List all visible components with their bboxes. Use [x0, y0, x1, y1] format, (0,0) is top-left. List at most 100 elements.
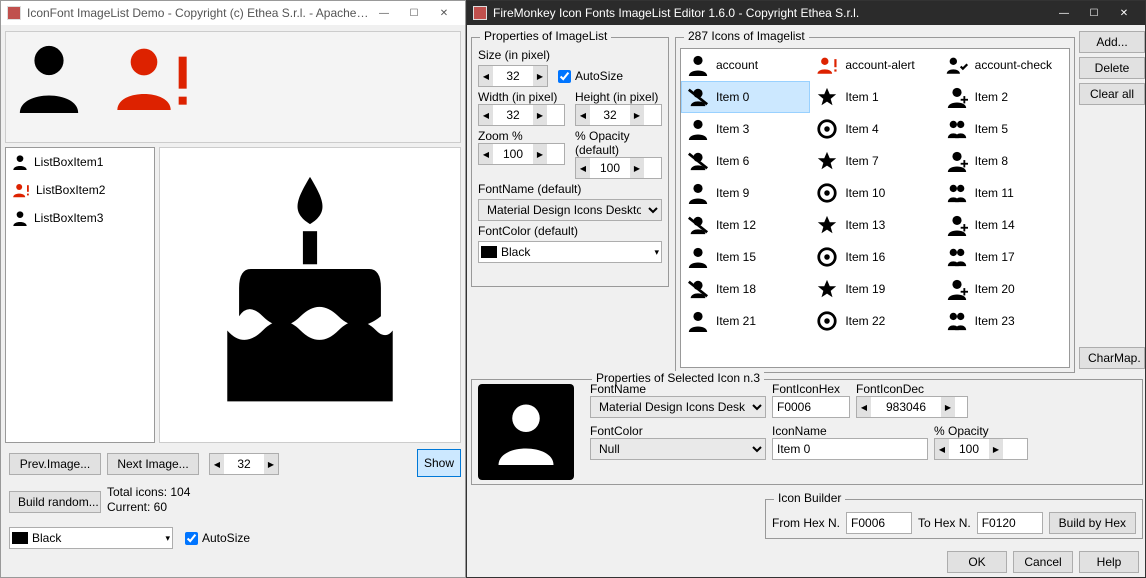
icon-cell[interactable]: account-alert — [810, 49, 939, 81]
icon-preview-strip — [5, 31, 461, 143]
width-spinner[interactable]: ◀▶ — [478, 104, 565, 126]
minimize-button[interactable]: — — [1049, 1, 1079, 25]
build-by-hex-button[interactable]: Build by Hex — [1049, 512, 1136, 534]
icon-label: Item 15 — [716, 250, 756, 264]
icon-cell[interactable]: Item 15 — [681, 241, 810, 273]
icon-label: Item 17 — [975, 250, 1015, 264]
glyph-icon — [815, 85, 839, 109]
icon-cell[interactable]: Item 23 — [940, 305, 1069, 337]
sel-hex-label: FontIconHex — [772, 382, 840, 396]
next-image-button[interactable]: Next Image... — [107, 453, 199, 475]
icon-cell[interactable]: Item 18 — [681, 273, 810, 305]
fontname-select[interactable]: Material Design Icons Desktop — [478, 199, 662, 221]
icon-cell[interactable]: Item 20 — [940, 273, 1069, 305]
autosize-checkbox[interactable]: AutoSize — [185, 531, 250, 545]
to-hex-input[interactable] — [977, 512, 1043, 534]
icon-cell[interactable]: Item 19 — [810, 273, 939, 305]
prev-image-button[interactable]: Prev.Image... — [9, 453, 101, 475]
icon-cell[interactable]: Item 9 — [681, 177, 810, 209]
maximize-button[interactable]: ☐ — [1079, 1, 1109, 25]
icon-cell[interactable]: Item 7 — [810, 145, 939, 177]
list-item[interactable]: ListBoxItem1 — [6, 148, 154, 176]
size-spinner[interactable]: ◀ ▶ — [209, 453, 279, 475]
icon-cell[interactable]: Item 0 — [681, 81, 810, 113]
selected-icon-preview — [478, 384, 574, 480]
build-random-button[interactable]: Build random... — [9, 491, 101, 513]
glyph-icon — [945, 53, 969, 77]
group-legend: 287 Icons of Imagelist — [684, 29, 809, 43]
color-select[interactable]: Black ▾ — [9, 527, 173, 549]
size-spinner[interactable]: ◀▶ — [478, 65, 548, 87]
demo-titlebar[interactable]: IconFont ImageList Demo - Copyright (c) … — [1, 1, 465, 25]
cancel-button[interactable]: Cancel — [1013, 551, 1073, 573]
icon-cell[interactable]: Item 21 — [681, 305, 810, 337]
list-item-label: ListBoxItem2 — [36, 183, 105, 197]
icon-cell[interactable]: Item 4 — [810, 113, 939, 145]
glyph-icon — [686, 277, 710, 301]
color-label: Black — [32, 531, 61, 545]
list-item[interactable]: ListBoxItem2 — [6, 176, 154, 204]
sel-fontname-label: FontName — [590, 382, 646, 396]
editor-title: FireMonkey Icon Fonts ImageList Editor 1… — [493, 6, 1049, 20]
icon-cell[interactable]: Item 16 — [810, 241, 939, 273]
close-button[interactable]: ✕ — [429, 1, 459, 25]
icon-cell[interactable]: Item 22 — [810, 305, 939, 337]
spin-up-icon[interactable]: ▶ — [264, 454, 278, 474]
help-button[interactable]: Help — [1079, 551, 1139, 573]
icon-cell[interactable]: Item 3 — [681, 113, 810, 145]
from-hex-label: From Hex N. — [772, 516, 840, 530]
ok-button[interactable]: OK — [947, 551, 1007, 573]
from-hex-input[interactable] — [846, 512, 912, 534]
listbox[interactable]: ListBoxItem1 ListBoxItem2 ListBoxItem3 — [5, 147, 155, 443]
icon-cell[interactable]: Item 11 — [940, 177, 1069, 209]
clear-all-button[interactable]: Clear all — [1079, 83, 1145, 105]
icon-cell[interactable]: Item 2 — [940, 81, 1069, 113]
sel-dec-spinner[interactable]: ◀▶ — [856, 396, 968, 418]
current-icon-label: Current: 60 — [107, 500, 167, 514]
icon-cell[interactable]: Item 10 — [810, 177, 939, 209]
minimize-button[interactable]: — — [369, 1, 399, 25]
icon-cell[interactable]: Item 17 — [940, 241, 1069, 273]
opacity-spinner[interactable]: ◀▶ — [575, 157, 662, 179]
delete-button[interactable]: Delete — [1079, 57, 1145, 79]
sel-iconname-input[interactable] — [772, 438, 928, 460]
editor-titlebar[interactable]: FireMonkey Icon Fonts ImageList Editor 1… — [467, 1, 1145, 25]
icon-cell[interactable]: Item 1 — [810, 81, 939, 113]
sel-opacity-spinner[interactable]: ◀▶ — [934, 438, 1028, 460]
icon-cell[interactable]: Item 6 — [681, 145, 810, 177]
zoom-spinner[interactable]: ◀▶ — [478, 143, 565, 165]
size-value[interactable] — [224, 457, 264, 471]
icon-cell[interactable]: Item 12 — [681, 209, 810, 241]
add-button[interactable]: Add... — [1079, 31, 1145, 53]
show-button[interactable]: Show — [417, 449, 461, 477]
autosize-checkbox[interactable]: AutoSize — [558, 69, 623, 83]
icon-cell[interactable]: Item 5 — [940, 113, 1069, 145]
group-legend: Icon Builder — [774, 491, 845, 505]
icon-cell[interactable]: Item 8 — [940, 145, 1069, 177]
icon-cell[interactable]: Item 14 — [940, 209, 1069, 241]
account-alert-icon — [12, 182, 30, 198]
sel-fontcolor-select[interactable]: Null — [590, 438, 766, 460]
spin-down-icon[interactable]: ◀ — [210, 454, 224, 474]
glyph-icon — [686, 117, 710, 141]
sel-hex-input[interactable] — [772, 396, 850, 418]
charmap-button[interactable]: CharMap. — [1079, 347, 1145, 369]
maximize-button[interactable]: ☐ — [399, 1, 429, 25]
icon-label: Item 0 — [716, 90, 749, 104]
height-spinner[interactable]: ◀▶ — [575, 104, 662, 126]
close-button[interactable]: ✕ — [1109, 1, 1139, 25]
icon-cell[interactable]: account-check — [940, 49, 1069, 81]
list-item[interactable]: ListBoxItem3 — [6, 204, 154, 232]
icon-cell[interactable]: Item 13 — [810, 209, 939, 241]
icon-label: account-alert — [845, 58, 914, 72]
fontname-label: FontName (default) — [478, 182, 662, 196]
glyph-icon — [815, 149, 839, 173]
demo-window: IconFont ImageList Demo - Copyright (c) … — [0, 0, 466, 578]
icon-label: Item 2 — [975, 90, 1008, 104]
selected-icon-group: Properties of Selected Icon n.3 FontName… — [471, 379, 1143, 485]
sel-fontname-select[interactable]: Material Design Icons Desk — [590, 396, 766, 418]
icon-cell[interactable]: account — [681, 49, 810, 81]
icon-grid[interactable]: account account-alert account-check Item 0 I… — [680, 48, 1070, 368]
icon-builder-group: Icon Builder From Hex N. To Hex N. Build… — [765, 499, 1143, 539]
fontcolor-select[interactable]: Black ▾ — [478, 241, 662, 263]
